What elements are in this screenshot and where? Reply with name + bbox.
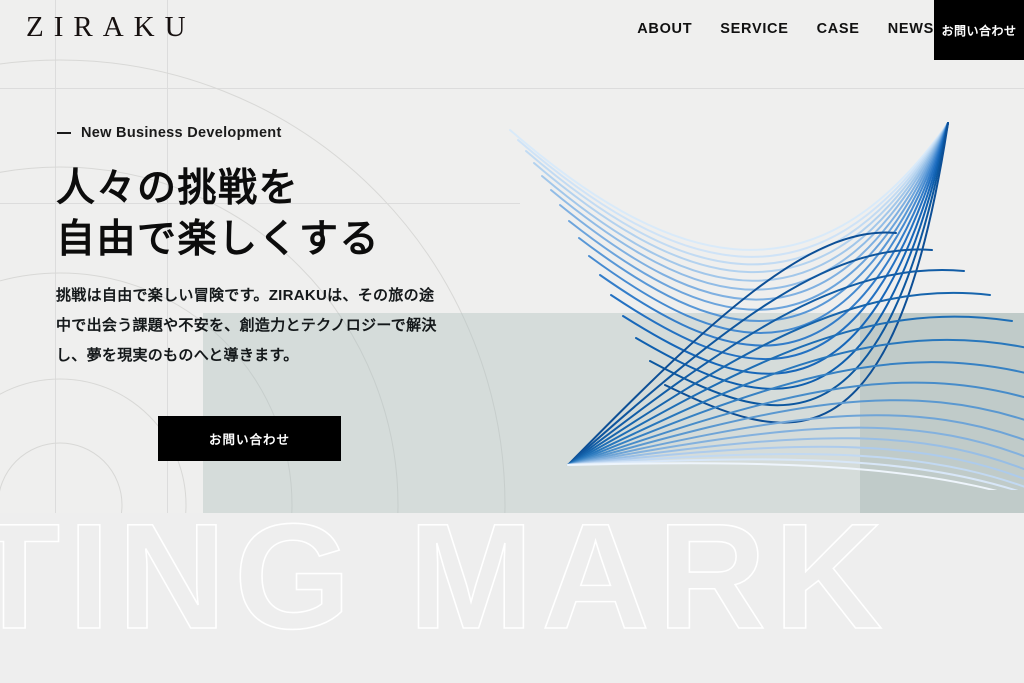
translucent-panel-dark [860,313,1024,513]
hero-eyebrow: New Business Development [57,125,282,141]
nav-item-service[interactable]: SERVICE [720,21,788,37]
site-logo[interactable]: ZIRAKU [26,13,196,42]
hero-contact-button[interactable]: お問い合わせ [158,416,341,461]
header-contact-button[interactable]: お問い合わせ [934,0,1024,60]
hero-headline: 人々の挑戦を 自由で楽しくする [56,167,381,262]
hero-body-text: 挑戦は自由で楽しい冒険です。ZIRAKUは、その旅の途中で出会う課題や不安を、創… [56,287,437,364]
bottom-band [0,513,1024,683]
hero-eyebrow-label: New Business Development [81,125,282,141]
dash-icon [57,132,71,134]
site-header: ZIRAKU ABOUT SERVICE CASE NEWS お問い合わせ [0,0,1024,60]
nav-item-news[interactable]: NEWS [888,21,934,37]
hero-page: LTING MARK ZIRAKU ABOUT SERVICE CASE NEW… [0,0,1024,683]
main-nav: ABOUT SERVICE CASE NEWS [637,21,934,37]
nav-item-case[interactable]: CASE [817,21,860,37]
nav-item-about[interactable]: ABOUT [637,21,692,37]
